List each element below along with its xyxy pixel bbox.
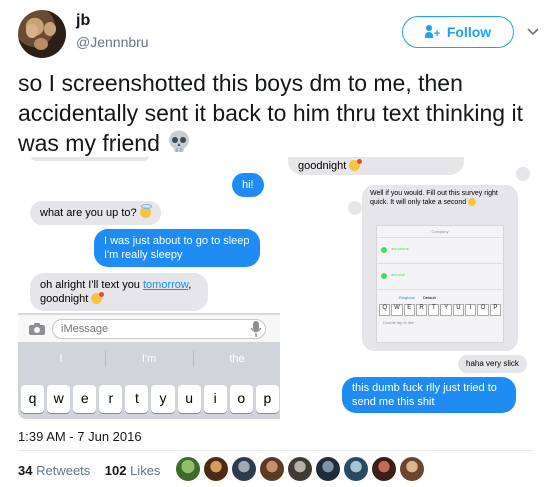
tiny-key: T — [428, 304, 440, 316]
contact-avatar — [516, 167, 530, 181]
message-bar — [18, 314, 280, 342]
cutoff-bubble — [30, 157, 150, 161]
message-bubble-sent: this dumb fuck rlly just tried to send m… — [342, 377, 516, 413]
tiny-dot-icon — [381, 247, 387, 253]
message-text: hi! — [242, 179, 254, 191]
tiny-row-text: ant phone — [391, 246, 409, 251]
likes-count[interactable]: 102 — [105, 463, 127, 478]
liker-avatar[interactable] — [232, 457, 256, 481]
tiny-setting-label: Ringtone — [399, 295, 416, 300]
tiny-keyboard-row: Q W E R T Y U I O P — [377, 304, 503, 316]
tiny-key: I — [465, 304, 477, 316]
chevron-down-icon[interactable] — [526, 24, 540, 38]
key-i[interactable]: i — [203, 385, 227, 413]
user-avatar[interactable] — [18, 10, 66, 58]
tweet-text-content: so I screenshotted this boys dm to me, t… — [18, 70, 523, 156]
message-text: Well if you would. Fill out this survey … — [370, 190, 498, 206]
tweet-stats: 34 Retweets 102 Likes — [18, 463, 160, 478]
key-r[interactable]: r — [99, 385, 123, 413]
retweets-label[interactable]: Retweets — [36, 463, 90, 478]
liker-avatar[interactable] — [176, 457, 200, 481]
liker-avatar[interactable] — [400, 457, 424, 481]
tiny-footer: Double tap to like — [383, 320, 414, 325]
tiny-key: P — [489, 304, 501, 316]
follow-user-icon: + — [424, 25, 441, 40]
key-w[interactable]: w — [47, 385, 71, 413]
tiny-setting-value: Default — [423, 295, 436, 300]
key-y[interactable]: y — [151, 385, 175, 413]
face-blowing-kiss-icon — [91, 292, 105, 304]
liker-avatar[interactable] — [204, 457, 228, 481]
liker-avatars — [176, 457, 424, 483]
suggestion-2[interactable]: I'm — [106, 347, 192, 371]
key-t[interactable]: t — [125, 385, 149, 413]
retweets-count[interactable]: 34 — [18, 463, 32, 478]
smiling-face-icon — [468, 198, 477, 206]
liker-avatar[interactable] — [344, 457, 368, 481]
likes-label[interactable]: Likes — [130, 463, 160, 478]
left-screenshot[interactable]: hi! what are you up to? I was just about… — [18, 157, 280, 419]
liker-avatar[interactable] — [288, 457, 312, 481]
tiny-key: R — [415, 304, 428, 316]
skull-emoji-icon — [169, 130, 190, 152]
imessage-input[interactable] — [52, 319, 266, 339]
tiny-key: Q — [379, 304, 391, 316]
key-p[interactable]: p — [255, 385, 279, 413]
tiny-row: ant phone — [377, 238, 503, 264]
message-text: I was just about to go to sleep I'm real… — [104, 235, 250, 261]
message-text: haha very slick — [466, 359, 519, 368]
key-e[interactable]: e — [73, 385, 97, 413]
message-bubble-received: what are you up to? — [30, 201, 161, 225]
follow-button-label: Follow — [446, 24, 492, 40]
message-text: goodnight — [298, 160, 347, 172]
key-u[interactable]: u — [177, 385, 201, 413]
divider — [18, 450, 533, 451]
message-bubble-sent: hi! — [232, 173, 264, 197]
smiling-face-with-halo-icon — [139, 204, 152, 218]
user-name[interactable]: jb — [76, 12, 90, 30]
tiny-dot-icon — [381, 273, 387, 279]
tiny-row-text: ant wall — [391, 272, 405, 277]
tweet-timestamp[interactable]: 1:39 AM - 7 Jun 2016 — [18, 429, 142, 444]
liker-avatar[interactable] — [260, 457, 284, 481]
message-text: oh alright I'll text you — [40, 279, 143, 291]
liker-avatar[interactable] — [372, 457, 396, 481]
tiny-row-company: Company — [377, 226, 503, 238]
tiny-row: ant wall — [377, 264, 503, 290]
suggestion-3[interactable]: the — [194, 347, 280, 371]
key-o[interactable]: o — [229, 385, 253, 413]
message-bubble-received: oh alright I'll text you tomorrow, goodn… — [30, 273, 208, 311]
liker-avatar[interactable] — [316, 457, 340, 481]
keyboard-top-row: q w e r t y u i o p — [21, 385, 279, 413]
message-bubble-received: haha very slick — [458, 355, 527, 373]
follow-button[interactable]: + Follow — [402, 16, 514, 48]
message-text: this dumb fuck rlly just tried to send m… — [352, 382, 497, 408]
message-bubble-sent: I was just about to go to sleep I'm real… — [94, 229, 260, 267]
right-screenshot[interactable]: goodnight Well if you would. Fill out th… — [282, 157, 532, 419]
user-handle[interactable]: @Jennnbru — [76, 34, 149, 50]
tiny-settings-row: Ringtone Default — [377, 290, 503, 304]
tiny-key: Y — [440, 304, 452, 316]
tiny-key: E — [403, 304, 415, 316]
tiny-key: W — [391, 304, 403, 316]
message-bubble-received: goodnight — [288, 157, 464, 175]
message-text: what are you up to? — [40, 207, 137, 219]
tweet-header: jb @Jennnbru + Follow — [18, 10, 540, 58]
key-q[interactable]: q — [21, 385, 45, 413]
camera-icon[interactable] — [28, 322, 46, 336]
contact-avatar — [348, 201, 362, 215]
microphone-icon[interactable] — [250, 320, 262, 338]
tiny-survey-form: Company ant phone ant wall Ringtone Defa… — [376, 225, 504, 343]
face-blowing-kiss-icon — [349, 159, 363, 171]
tiny-key: U — [452, 304, 465, 316]
tweet-text: so I screenshotted this boys dm to me, t… — [18, 68, 533, 158]
tiny-key: O — [477, 304, 489, 316]
tweet-media[interactable]: hi! what are you up to? I was just about… — [18, 157, 532, 419]
suggestion-1[interactable]: I — [18, 347, 104, 371]
date-link[interactable]: tomorrow — [143, 279, 188, 291]
